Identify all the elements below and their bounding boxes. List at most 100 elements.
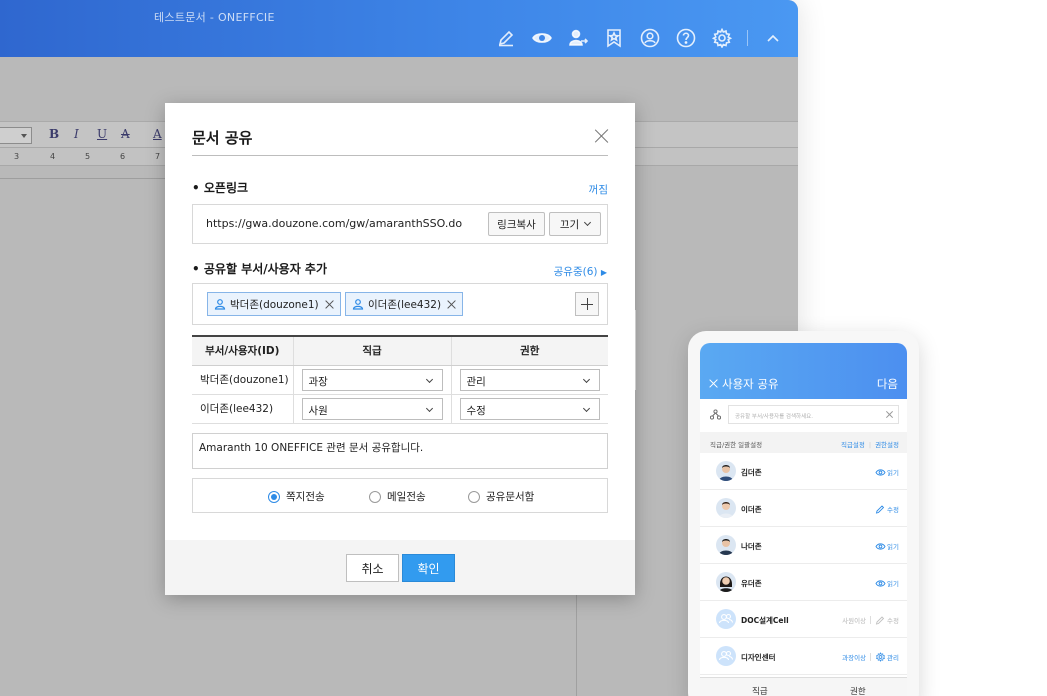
- app-header: 테스트문서 - ONEFFCIE: [0, 0, 798, 57]
- remove-chip-icon[interactable]: [325, 300, 334, 309]
- settings-icon[interactable]: [711, 27, 733, 49]
- rank-value: 과장: [308, 375, 328, 388]
- remove-chip-icon[interactable]: [447, 300, 456, 309]
- permission-select[interactable]: 수정: [459, 397, 600, 420]
- close-icon[interactable]: [595, 129, 609, 143]
- close-icon[interactable]: [709, 379, 718, 388]
- list-item[interactable]: 유더존 읽기: [700, 564, 907, 601]
- share-target-input[interactable]: 박더존(douzone1) 이더존(lee432): [192, 283, 608, 325]
- group-name: 디자인센터: [741, 653, 776, 662]
- share-message-textarea[interactable]: Amaranth 10 ONEFFICE 관련 문서 공유합니다.: [192, 433, 608, 469]
- italic-button[interactable]: I: [74, 127, 79, 141]
- column-header: 부서/사용자(ID): [192, 335, 293, 366]
- chevron-down-icon: [582, 375, 591, 383]
- user-name: 유더존: [741, 579, 762, 588]
- group-permission[interactable]: 사원이상 수정: [842, 615, 899, 625]
- ruler-tick: 7: [155, 152, 161, 161]
- user-icon: [214, 299, 226, 310]
- bulk-rank-link[interactable]: 직급설정: [841, 441, 865, 449]
- view-icon[interactable]: [531, 27, 553, 49]
- user-name-cell: 이더존(lee432): [192, 394, 293, 424]
- group-icon: [718, 613, 734, 624]
- ruler-tick: 6: [120, 152, 126, 161]
- list-item[interactable]: 김더존 읽기: [700, 453, 907, 490]
- eye-icon: [875, 468, 886, 476]
- share-user-icon[interactable]: [567, 27, 589, 49]
- group-name: DOC설계Cell: [741, 616, 789, 625]
- table-row: 박더존(douzone1) 과장 관리: [192, 365, 608, 395]
- mobile-bottom-bar: 직급 권한: [700, 677, 907, 696]
- chevron-down-icon: [425, 404, 433, 412]
- user-permission[interactable]: 수정: [875, 504, 899, 514]
- open-link-status[interactable]: 꺼짐: [589, 182, 608, 197]
- bottom-rank-tab[interactable]: 직급: [752, 685, 768, 696]
- open-link-box: https://gwa.douzone.com/gw/amaranthSSO.d…: [192, 204, 608, 244]
- permission-table: 부서/사용자(ID) 직급 권한 박더존(douzone1) 과장 관리 이더존…: [192, 335, 608, 424]
- chip-label: 이더존(lee432): [368, 298, 442, 311]
- underline-button[interactable]: U: [97, 127, 107, 141]
- rank-select[interactable]: 과장: [301, 368, 443, 391]
- search-placeholder: 공유할 부서/사용자를 검색하세요.: [735, 414, 813, 420]
- bulk-actions: 직급설정 | 권한설정: [840, 441, 899, 449]
- link-toggle-dropdown[interactable]: 끄기: [549, 212, 601, 236]
- bulk-permission-link[interactable]: 권한설정: [875, 441, 899, 449]
- radio-label: 공유문서함: [486, 491, 535, 503]
- user-permission[interactable]: 읽기: [875, 467, 899, 477]
- dialog-footer: 취소 확인: [165, 540, 635, 595]
- sharing-count-link[interactable]: 공유중(6) ▶: [554, 264, 607, 279]
- rank-value: 사원: [308, 404, 328, 417]
- radio-label: 쪽지전송: [286, 491, 325, 503]
- user-chip: 박더존(douzone1): [207, 292, 341, 316]
- font-color-button[interactable]: A: [153, 127, 162, 141]
- ruler-tick: 3: [14, 152, 20, 161]
- table-row: 이더존(lee432) 사원 수정: [192, 394, 608, 424]
- strikethrough-button[interactable]: A: [121, 127, 130, 141]
- open-link-url[interactable]: https://gwa.douzone.com/gw/amaranthSSO.d…: [206, 217, 462, 230]
- list-item[interactable]: DOC설계Cell 사원이상 수정: [700, 601, 907, 638]
- list-item[interactable]: 나더존 읽기: [700, 527, 907, 564]
- gear-icon: [875, 652, 886, 662]
- bold-button[interactable]: B: [49, 127, 59, 141]
- org-chart-icon[interactable]: [710, 409, 721, 420]
- collapse-icon[interactable]: [762, 27, 784, 49]
- radio-mail[interactable]: 메일전송: [369, 489, 426, 504]
- caret-right-icon: ▶: [600, 268, 607, 277]
- chevron-down-icon: [425, 375, 433, 383]
- group-avatar: [716, 609, 736, 629]
- clear-icon[interactable]: [886, 411, 893, 418]
- group-avatar: [716, 646, 736, 666]
- next-button[interactable]: 다음: [877, 376, 898, 392]
- cancel-button[interactable]: 취소: [346, 554, 399, 582]
- add-share-label: • 공유할 부서/사용자 추가: [192, 262, 327, 276]
- group-permission[interactable]: 과장이상 관리: [842, 652, 899, 662]
- rank-select[interactable]: 사원: [301, 397, 443, 420]
- radio-label: 메일전송: [387, 491, 426, 503]
- ruler-tick: 4: [50, 152, 56, 161]
- radio-memo[interactable]: 쪽지전송: [268, 489, 325, 504]
- chip-label: 박더존(douzone1): [230, 298, 319, 311]
- user-permission[interactable]: 읽기: [875, 541, 899, 551]
- user-name-cell: 박더존(douzone1): [192, 365, 293, 395]
- user-name: 김더존: [741, 468, 762, 477]
- font-size-dropdown[interactable]: [0, 127, 32, 144]
- confirm-button[interactable]: 확인: [402, 554, 455, 582]
- radio-shared-box[interactable]: 공유문서함: [468, 489, 534, 504]
- radio-button: [468, 490, 480, 503]
- copy-link-button[interactable]: 링크복사: [488, 212, 545, 236]
- group-icon: [718, 650, 734, 661]
- help-icon[interactable]: [675, 27, 697, 49]
- add-user-button[interactable]: [575, 292, 599, 316]
- list-item[interactable]: 이더존 수정: [700, 490, 907, 527]
- dialog-title: 문서 공유: [192, 129, 253, 147]
- mobile-search-input[interactable]: 공유할 부서/사용자를 검색하세요.: [728, 405, 899, 424]
- pencil-icon: [875, 615, 885, 625]
- bookmark-star-icon[interactable]: [603, 27, 625, 49]
- permission-select[interactable]: 관리: [459, 368, 600, 391]
- permission-value: 관리: [466, 375, 486, 388]
- edit-icon[interactable]: [495, 27, 517, 49]
- user-permission[interactable]: 읽기: [875, 578, 899, 588]
- profile-icon[interactable]: [639, 27, 661, 49]
- avatar: [716, 535, 736, 555]
- bottom-permission-tab[interactable]: 권한: [850, 685, 866, 696]
- list-item[interactable]: 디자인센터 과장이상 관리: [700, 638, 907, 675]
